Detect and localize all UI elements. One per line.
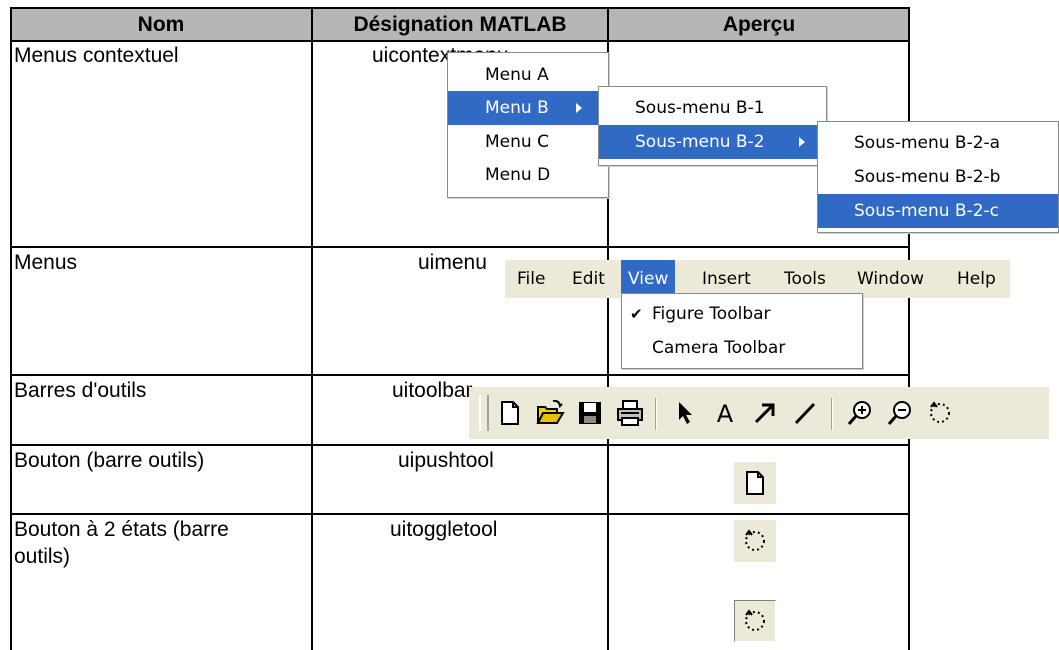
check-icon: ✔ (630, 305, 643, 323)
row4-nom: Bouton (barre outils) (14, 449, 205, 472)
row5-nom-line2: outils) (14, 545, 71, 568)
submenu-b2-item-a[interactable]: Sous-menu B-2-a (818, 126, 1058, 160)
rotate-icon (745, 609, 765, 631)
submenu-b-item-2[interactable]: Sous-menu B-2 (599, 125, 826, 159)
header-designation: Désignation MATLAB (312, 8, 608, 41)
new-file-icon[interactable] (490, 387, 530, 439)
context-menu: Menu A Menu B Menu C Menu D (447, 52, 609, 198)
push-tool-button[interactable] (734, 462, 776, 504)
menu-window[interactable]: Window (857, 260, 924, 298)
menu-file[interactable]: File (517, 260, 545, 298)
view-menu-dropdown: ✔ Figure Toolbar Camera Toolbar (621, 293, 863, 369)
row-divider-4 (10, 513, 910, 515)
open-folder-icon[interactable] (530, 387, 570, 439)
row-divider-2 (10, 374, 910, 376)
row-divider-3 (10, 444, 910, 446)
header-apercu: Aperçu (608, 8, 910, 41)
table-right-border (908, 7, 910, 650)
rotate-icon (745, 529, 765, 551)
row4-designation: uipushtool (398, 449, 494, 472)
print-icon[interactable] (610, 387, 650, 439)
context-menu-item-c[interactable]: Menu C (448, 125, 608, 159)
toggle-tool-button-on[interactable] (734, 600, 776, 642)
view-menu-item-figure-toolbar[interactable]: ✔ Figure Toolbar (622, 297, 862, 331)
context-menu-item-d[interactable]: Menu D (448, 158, 608, 192)
line-icon[interactable] (785, 387, 825, 439)
submenu-arrow-icon (799, 137, 805, 147)
toggle-tool-button-off[interactable] (734, 520, 776, 562)
row3-designation: uitoolbar (392, 379, 473, 402)
submenu-arrow-icon (576, 103, 582, 113)
save-icon[interactable] (570, 387, 610, 439)
svg-text:A: A (717, 400, 734, 428)
row3-nom: Barres d'outils (14, 379, 147, 402)
rotate-icon[interactable] (920, 387, 960, 439)
submenu-b2-item-b[interactable]: Sous-menu B-2-b (818, 160, 1058, 194)
zoom-in-icon[interactable] (840, 387, 880, 439)
row5-designation: uitoggletool (390, 518, 498, 541)
submenu-b: Sous-menu B-1 Sous-menu B-2 (598, 86, 827, 166)
submenu-b2: Sous-menu B-2-a Sous-menu B-2-b Sous-men… (817, 121, 1059, 233)
zoom-out-icon[interactable] (880, 387, 920, 439)
table-top-border (10, 7, 910, 9)
arrow-icon[interactable] (745, 387, 785, 439)
row2-designation: uimenu (418, 251, 487, 274)
text-icon[interactable]: A (705, 387, 745, 439)
row5-nom-line1: Bouton à 2 états (barre (14, 518, 229, 541)
toolbar-separator (655, 398, 656, 430)
submenu-b-item-1[interactable]: Sous-menu B-1 (599, 91, 826, 125)
col-divider-1 (311, 7, 313, 650)
row-divider-1 (10, 246, 910, 248)
submenu-b2-item-c[interactable]: Sous-menu B-2-c (818, 194, 1058, 228)
select-arrow-icon[interactable] (665, 387, 705, 439)
context-menu-item-a[interactable]: Menu A (448, 58, 608, 92)
toolbar: A (469, 387, 1049, 439)
toolbar-separator (831, 398, 832, 430)
context-menu-item-b[interactable]: Menu B (448, 91, 608, 125)
row1-nom: Menus contextuel (14, 44, 179, 67)
menu-edit[interactable]: Edit (572, 260, 605, 298)
toolbar-grip[interactable] (479, 395, 489, 431)
table-left-border (10, 7, 12, 650)
row2-nom: Menus (14, 251, 78, 274)
header-nom: Nom (10, 8, 312, 41)
menu-help[interactable]: Help (957, 260, 996, 298)
view-menu-item-camera-toolbar[interactable]: Camera Toolbar (622, 331, 862, 365)
new-file-icon (746, 471, 764, 495)
